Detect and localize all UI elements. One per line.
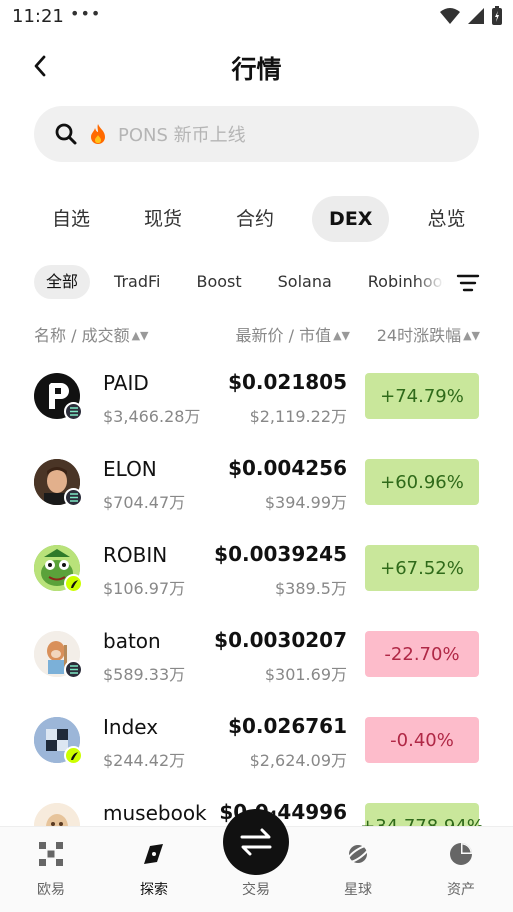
tab-dex[interactable]: DEX — [312, 196, 390, 242]
token-market-cap: $394.99万 — [264, 493, 347, 512]
token-volume: $3,466.28万 — [103, 407, 201, 426]
token-volume: $704.47万 — [103, 493, 186, 512]
token-row-index[interactable]: Index $244.42万 $0.026761 $2,624.09万 -0.4… — [0, 696, 513, 782]
wifi-icon — [440, 8, 460, 24]
token-market-cap: $389.5万 — [275, 579, 347, 598]
pie-chart-icon — [450, 843, 472, 865]
sort-name-volume[interactable]: 名称 / 成交额 ▲▼ — [34, 322, 149, 346]
battery-icon — [492, 6, 502, 25]
okx-logo-icon — [39, 842, 63, 866]
token-row-robin[interactable]: ROBIN $106.97万 $0.0039245 $389.5万 +67.52… — [0, 524, 513, 610]
status-notification-dots: ••• — [70, 4, 102, 23]
main-tabs: 自选 现货 合约 DEX 总览 — [34, 196, 503, 242]
token-volume: $589.33万 — [103, 665, 186, 684]
column-price-mcap: 最新价 / 市值 — [235, 326, 332, 345]
token-name: musebook — [103, 801, 207, 825]
sort-change[interactable]: 24时涨跌幅 ▲▼ — [377, 322, 480, 346]
token-price: $0.004256 — [228, 456, 347, 480]
fire-icon — [91, 124, 105, 144]
change-badge: +74.79% — [365, 373, 479, 419]
column-name-volume: 名称 / 成交额 — [34, 326, 130, 345]
status-bar: 11:21 ••• — [0, 0, 513, 34]
tab-favorites[interactable]: 自选 — [34, 196, 106, 242]
tab-futures[interactable]: 合约 — [220, 196, 290, 242]
status-icons — [439, 6, 503, 26]
token-row-baton[interactable]: baton $589.33万 $0.0030207 $301.69万 -22.7… — [0, 610, 513, 696]
filter-icon[interactable] — [456, 272, 480, 294]
swap-icon — [240, 828, 272, 856]
change-badge: -0.40% — [365, 717, 479, 763]
change-badge: +60.96% — [365, 459, 479, 505]
solana-chain-icon — [64, 660, 83, 679]
token-name: baton — [103, 629, 161, 653]
tab-spot[interactable]: 现货 — [128, 196, 198, 242]
search-input[interactable]: PONS 新币上线 — [34, 106, 479, 162]
token-row-paid[interactable]: PAID $3,466.28万 $0.021805 $2,119.22万 +74… — [0, 352, 513, 438]
subtab-all[interactable]: 全部 — [34, 265, 91, 299]
trade-fab-button[interactable] — [223, 809, 289, 875]
token-price: $0.0039245 — [214, 542, 347, 566]
robinhood-chain-icon — [64, 574, 83, 593]
nav-explore[interactable]: 探索 — [114, 841, 194, 899]
token-market-cap: $2,119.22万 — [249, 407, 347, 426]
sort-icon: ▲▼ — [463, 329, 480, 342]
token-price: $0.021805 — [228, 370, 347, 394]
solana-chain-icon — [64, 488, 83, 507]
nav-assets[interactable]: 资产 — [421, 841, 501, 899]
sort-price-mcap[interactable]: 最新价 / 市值 ▲▼ — [236, 322, 351, 346]
token-name: ROBIN — [103, 543, 168, 567]
token-volume: $106.97万 — [103, 579, 186, 598]
nav-label: 交易 — [242, 882, 270, 898]
sort-icon: ▲▼ — [131, 329, 149, 342]
token-name: PAID — [103, 371, 149, 395]
tab-overview[interactable]: 总览 — [411, 196, 481, 242]
token-row-elon[interactable]: ELON $704.47万 $0.004256 $394.99万 +60.96% — [0, 438, 513, 524]
nav-planet[interactable]: 星球 — [318, 841, 398, 899]
signal-icon — [468, 8, 484, 24]
nav-okx[interactable]: 欧易 — [11, 841, 91, 899]
status-time: 11:21 — [12, 6, 64, 27]
token-market-cap: $301.69万 — [264, 665, 347, 684]
subtab-solana[interactable]: Solana — [266, 265, 344, 299]
change-badge: +34,778.94% — [360, 803, 484, 827]
solana-chain-icon — [64, 402, 83, 421]
token-volume: $244.42万 — [103, 751, 186, 770]
nav-label: 探索 — [140, 882, 168, 898]
planet-icon — [346, 844, 370, 864]
robinhood-chain-icon — [64, 746, 83, 765]
token-market-cap: $2,624.09万 — [249, 751, 347, 770]
subtab-boost[interactable]: Boost — [184, 265, 253, 299]
token-list: PAID $3,466.28万 $0.021805 $2,119.22万 +74… — [0, 352, 513, 827]
header: 行情 — [0, 40, 513, 92]
search-placeholder: PONS 新币上线 — [118, 125, 246, 146]
column-headers: 名称 / 成交额 ▲▼ 最新价 / 市值 ▲▼ 24时涨跌幅 ▲▼ — [34, 322, 480, 346]
nav-label: 欧易 — [37, 882, 65, 898]
token-name: Index — [103, 715, 159, 739]
change-badge: +67.52% — [365, 545, 479, 591]
page-title: 行情 — [231, 55, 282, 84]
column-24h-change: 24时涨跌幅 — [376, 326, 462, 345]
sort-icon: ▲▼ — [333, 329, 350, 342]
token-price: $0.0030207 — [214, 628, 347, 652]
subtab-tradfi[interactable]: TradFi — [102, 265, 172, 299]
sub-tabs-fade — [414, 265, 444, 299]
change-badge: -22.70% — [365, 631, 479, 677]
nav-label: 星球 — [344, 882, 372, 898]
token-avatar-musebook — [34, 803, 80, 827]
nav-label: 资产 — [447, 882, 475, 898]
token-name: ELON — [103, 457, 157, 481]
search-icon — [55, 123, 77, 145]
sub-tabs: 全部 TradFi Boost Solana Robinhood — [34, 265, 444, 299]
compass-icon — [144, 844, 163, 864]
token-price: $0.026761 — [228, 714, 347, 738]
